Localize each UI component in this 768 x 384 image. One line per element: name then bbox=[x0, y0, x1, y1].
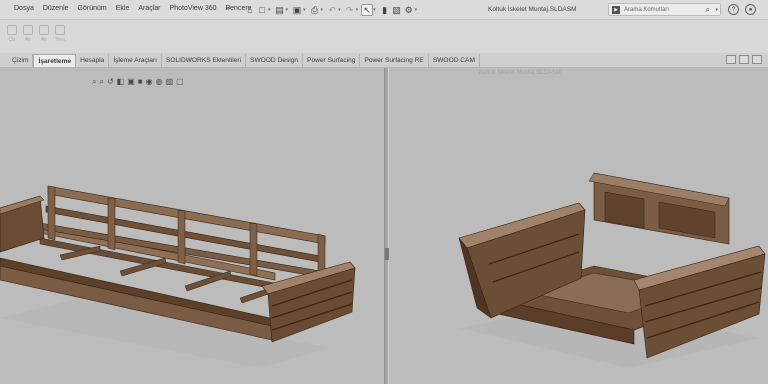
menu-ekle[interactable]: Ekle bbox=[116, 5, 130, 12]
user-icon[interactable]: ● bbox=[745, 4, 756, 15]
undo-icon[interactable]: ↶ bbox=[326, 4, 338, 16]
menu-bar: Dosya Düzenle Görünüm Ekle Araçlar Photo… bbox=[14, 5, 252, 12]
graphics-area-right[interactable]: Koltuk İskelet Montaj.SLDASM bbox=[389, 68, 768, 384]
chevron-down-icon[interactable]: ▾ bbox=[321, 7, 324, 13]
chevron-down-icon[interactable]: ▾ bbox=[268, 7, 271, 13]
new-document-icon[interactable]: □ bbox=[256, 4, 268, 16]
restore-window-icon[interactable] bbox=[752, 55, 762, 64]
select-cursor-icon[interactable]: ↖ bbox=[361, 4, 374, 16]
tile-vertical-icon[interactable] bbox=[739, 55, 749, 64]
print-icon[interactable]: ⎙ bbox=[309, 4, 321, 16]
tab-power-surfacing-re[interactable]: Power Surfacing RE bbox=[360, 54, 429, 67]
graphics-area-left[interactable]: ⌕ ⌕ ↺ ◧ ▣ ■ ◉ ◍ ▨ ▢ bbox=[0, 68, 384, 384]
help-icon[interactable]: ? bbox=[728, 4, 739, 15]
chevron-down-icon[interactable]: ▾ bbox=[356, 7, 359, 13]
open-folder-icon[interactable]: ▤ bbox=[274, 4, 286, 16]
tab-isaretleme[interactable]: İşaretleme bbox=[33, 54, 77, 67]
search-icon[interactable]: ⌕ bbox=[706, 5, 710, 15]
tile-horizontal-icon[interactable] bbox=[726, 55, 736, 64]
search-mode-icon[interactable]: ▶ bbox=[612, 6, 620, 14]
search-placeholder: Arama Komutları bbox=[624, 7, 670, 13]
chevron-down-icon[interactable]: ▾ bbox=[286, 7, 289, 13]
chevron-down-icon[interactable]: ▾ bbox=[373, 7, 376, 13]
pin-menu-icon[interactable]: ⌖ bbox=[226, 4, 231, 14]
home-icon[interactable]: ⌂ bbox=[244, 4, 256, 16]
help-area: ? ● bbox=[728, 4, 756, 15]
chevron-down-icon[interactable]: ▾ bbox=[415, 7, 418, 13]
menu-photoview[interactable]: PhotoView 360 bbox=[170, 5, 217, 12]
document-title: Koltuk İskelet Montaj.SLDASM bbox=[488, 6, 577, 13]
ribbon-tool-label: Ak bbox=[41, 37, 47, 43]
ribbon-tool-new-sketch[interactable]: Yeni bbox=[54, 25, 66, 43]
sketch-icon bbox=[7, 25, 17, 35]
command-tabs: Çizim İşaretleme Hesapla İşleme Araçları… bbox=[8, 54, 480, 67]
title-bar: Dosya Düzenle Görünüm Ekle Araçlar Photo… bbox=[0, 0, 768, 20]
ribbon-tool-label: Çiz bbox=[8, 37, 16, 43]
tab-isleme-araclari[interactable]: İşleme Araçları bbox=[109, 54, 162, 67]
redo-icon[interactable]: ↷ bbox=[344, 4, 356, 16]
tab-hesapla[interactable]: Hesapla bbox=[76, 54, 110, 67]
smart-dimension-icon bbox=[23, 25, 33, 35]
file-properties-icon[interactable]: ▧ bbox=[391, 4, 403, 16]
tab-power-surfacing[interactable]: Power Surfacing bbox=[303, 54, 361, 67]
menu-gorunum[interactable]: Görünüm bbox=[78, 5, 107, 12]
ribbon-tool-label: Yeni bbox=[55, 37, 65, 43]
quick-access-toolbar: ⌂ □ ▾ ▤ ▾ ▣ ▾ ⎙ ▾ ↶ ▾ ↷ ▾ ↖ ▾ ▮ ▧ ⚙ ▾ bbox=[244, 3, 420, 17]
options-gear-icon[interactable]: ⚙ bbox=[403, 4, 415, 16]
tab-swood-cam[interactable]: SWOOD CAM bbox=[429, 54, 480, 67]
menu-dosya[interactable]: Dosya bbox=[14, 5, 34, 12]
tab-cizim[interactable]: Çizim bbox=[8, 54, 34, 67]
tab-swood-design[interactable]: SWOOD Design bbox=[246, 54, 304, 67]
chevron-down-icon[interactable]: ▾ bbox=[338, 7, 341, 13]
save-icon[interactable]: ▣ bbox=[291, 4, 303, 16]
chevron-down-icon[interactable]: ▾ bbox=[715, 7, 718, 13]
menu-duzenle[interactable]: Düzenle bbox=[43, 5, 69, 12]
search-commands-input[interactable]: ▶ Arama Komutları ⌕ ▾ bbox=[608, 3, 721, 16]
window-tile-controls bbox=[726, 55, 762, 64]
ribbon-tool-entity[interactable]: Ak bbox=[38, 25, 50, 43]
ribbon-tool-label: Ak bbox=[25, 37, 31, 43]
sofa-frame-model-left[interactable] bbox=[0, 68, 384, 384]
menu-araclar[interactable]: Araçlar bbox=[138, 5, 160, 12]
entity-icon bbox=[39, 25, 49, 35]
new-sketch-icon bbox=[55, 25, 65, 35]
ribbon-tool-dimension[interactable]: Ak bbox=[22, 25, 34, 43]
traffic-light-icon[interactable]: ▮ bbox=[379, 4, 391, 16]
ribbon-tool-sketch[interactable]: Çiz bbox=[6, 25, 18, 43]
command-tabs-bar: Çizim İşaretleme Hesapla İşleme Araçları… bbox=[0, 53, 768, 68]
command-manager-ribbon: Çiz Ak Ak Yeni bbox=[0, 20, 768, 53]
chevron-down-icon[interactable]: ▾ bbox=[303, 7, 306, 13]
ribbon-tools: Çiz Ak Ak Yeni bbox=[6, 25, 66, 43]
tab-solidworks-eklentileri[interactable]: SOLIDWORKS Eklentileri bbox=[162, 54, 247, 67]
sofa-frame-model-right[interactable] bbox=[389, 68, 768, 384]
